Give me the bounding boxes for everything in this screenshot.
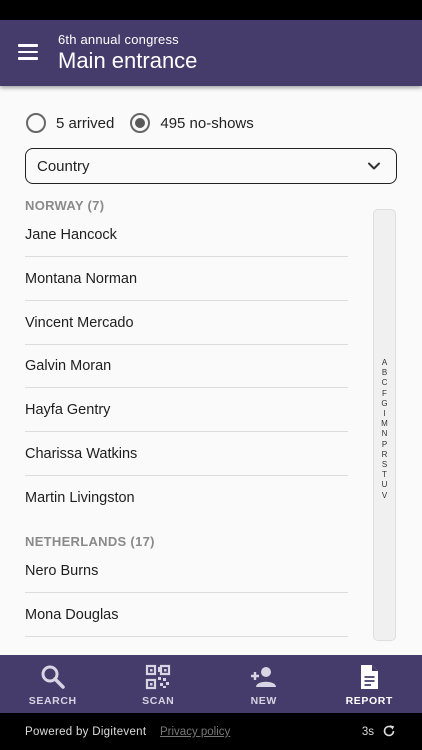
index-letter[interactable]: B	[374, 368, 395, 378]
list-item[interactable]: Martin Livingston	[25, 477, 348, 520]
status-bar	[0, 0, 422, 20]
list-item[interactable]: Charissa Watkins	[25, 433, 348, 476]
alphabet-index[interactable]: ABCFGIMNPRSTUV	[373, 209, 396, 641]
list-item[interactable]: Galvin Moran	[25, 345, 348, 388]
list-item[interactable]: Jane Hancock	[25, 214, 348, 257]
add-person-icon	[250, 667, 276, 687]
attendance-filter: 5 arrived 495 no-shows	[26, 112, 254, 134]
arrived-label[interactable]: 5 arrived	[56, 115, 114, 132]
nav-search-label: SEARCH	[28, 695, 77, 707]
nav-new-label: NEW	[250, 695, 277, 707]
section-header-norway: NORWAY (7)	[25, 198, 105, 213]
chevron-down-icon	[368, 162, 380, 170]
group-by-select[interactable]: Country	[25, 148, 397, 184]
index-letter[interactable]: I	[374, 409, 395, 419]
nav-search[interactable]: SEARCH	[0, 655, 106, 713]
event-subtitle: 6th annual congress	[58, 32, 179, 47]
index-letter[interactable]: G	[374, 399, 395, 409]
report-document-icon	[361, 665, 379, 689]
powered-by-text: Powered by Digitevent	[25, 726, 147, 738]
search-icon	[41, 665, 65, 689]
arrived-radio[interactable]	[26, 113, 46, 133]
app-bar: 6th annual congress Main entrance	[0, 20, 422, 86]
refresh-icon[interactable]	[382, 724, 396, 738]
refresh-timer: 3s	[361, 726, 374, 738]
index-letter[interactable]: T	[374, 470, 395, 480]
attendee-list[interactable]: NORWAY (7) Jane Hancock Montana Norman V…	[0, 192, 422, 655]
list-item[interactable]: Hayfa Gentry	[25, 389, 348, 432]
nav-scan-label: SCAN	[142, 695, 175, 707]
noshows-label[interactable]: 495 no-shows	[160, 115, 253, 132]
index-letter[interactable]: A	[374, 358, 395, 368]
section-header-netherlands: NETHERLANDS (17)	[25, 534, 155, 549]
list-item[interactable]: Montana Norman	[25, 258, 348, 301]
page-title: Main entrance	[58, 48, 198, 73]
qr-code-icon	[146, 664, 171, 690]
index-letter[interactable]: S	[374, 460, 395, 470]
privacy-policy-link[interactable]: Privacy policy	[160, 726, 230, 738]
nav-scan[interactable]: SCAN	[106, 655, 212, 713]
alphabet-index-letters[interactable]: ABCFGIMNPRSTUV	[374, 358, 395, 501]
index-letter[interactable]: C	[374, 378, 395, 388]
index-letter[interactable]: V	[374, 491, 395, 501]
index-letter[interactable]: U	[374, 480, 395, 490]
bottom-navigation: SEARCH SCAN NEW REPORT	[0, 655, 422, 713]
nav-report[interactable]: REPORT	[317, 655, 422, 713]
index-letter[interactable]: P	[374, 440, 395, 450]
group-by-value: Country	[37, 158, 90, 175]
nav-new[interactable]: NEW	[211, 655, 317, 713]
noshows-radio[interactable]	[130, 113, 151, 133]
index-letter[interactable]: M	[374, 419, 395, 429]
list-item[interactable]: Mona Douglas	[25, 594, 348, 637]
index-letter[interactable]: N	[374, 429, 395, 439]
footer: Powered by Digitevent Privacy policy 3s	[0, 713, 422, 750]
list-item[interactable]: Nero Burns	[25, 550, 348, 593]
list-item[interactable]: Vincent Mercado	[25, 302, 348, 345]
menu-icon[interactable]	[18, 44, 38, 60]
nav-report-label: REPORT	[345, 695, 393, 707]
index-letter[interactable]: R	[374, 450, 395, 460]
index-letter[interactable]: F	[374, 389, 395, 399]
